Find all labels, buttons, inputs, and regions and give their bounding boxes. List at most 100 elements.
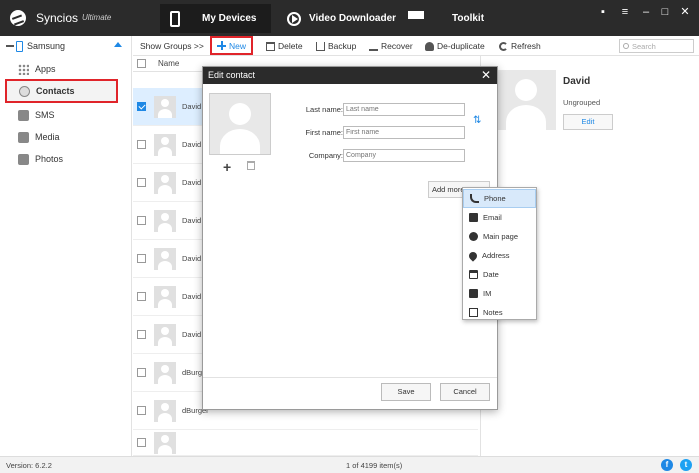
- title-bar: Syncios Ultimate My Devices Video Downlo…: [0, 0, 699, 36]
- eject-icon[interactable]: [114, 42, 122, 47]
- delete-photo-icon[interactable]: [247, 161, 255, 170]
- menu-icon[interactable]: ≡: [617, 5, 633, 19]
- row-checkbox[interactable]: [137, 102, 146, 111]
- search-input[interactable]: Search: [619, 39, 694, 53]
- deduplicate-icon: [425, 41, 434, 51]
- deduplicate-button[interactable]: De-duplicate: [425, 36, 485, 56]
- tab-video-downloader[interactable]: Video Downloader: [287, 4, 397, 33]
- sidebar-item-label: Contacts: [36, 86, 75, 96]
- facebook-icon[interactable]: f: [661, 459, 673, 471]
- detail-contact-name: David: [563, 76, 591, 87]
- new-label: New: [229, 40, 247, 51]
- avatar: [154, 431, 176, 454]
- contacts-icon: [19, 85, 30, 97]
- row-checkbox[interactable]: [137, 406, 146, 415]
- backup-button[interactable]: Backup: [316, 36, 356, 56]
- photos-icon: [18, 153, 29, 165]
- phone-icon: [170, 10, 180, 27]
- plus-icon: [217, 41, 226, 50]
- im-icon: [469, 289, 478, 298]
- search-placeholder: Search: [632, 41, 656, 51]
- chat-icon[interactable]: ▪: [595, 5, 611, 19]
- version-text: Version: 6.2.2: [6, 461, 52, 470]
- avatar: [154, 95, 176, 118]
- new-button[interactable]: New: [210, 36, 254, 55]
- dialog-title: Edit contact: [208, 70, 256, 80]
- recover-button[interactable]: Recover: [369, 36, 413, 56]
- menu-item-label: IM: [483, 289, 492, 298]
- show-groups-button[interactable]: Show Groups >>: [140, 36, 204, 56]
- avatar: [154, 171, 176, 194]
- row-checkbox[interactable]: [137, 216, 146, 225]
- dialog-footer-divider: [203, 377, 497, 378]
- tab-label: Toolkit: [452, 13, 485, 24]
- backup-icon: [316, 41, 325, 51]
- avatar: [154, 399, 176, 422]
- menu-item-email[interactable]: Email: [463, 208, 536, 227]
- menu-item-label: Phone: [484, 194, 506, 203]
- backup-label: Backup: [328, 41, 357, 51]
- edit-button[interactable]: Edit: [563, 114, 613, 130]
- dialog-title-bar: Edit contact ✕: [203, 67, 497, 84]
- menu-item-address[interactable]: Address: [463, 246, 536, 265]
- minimize-button[interactable]: –: [638, 5, 654, 19]
- sidebar-item-sms[interactable]: SMS: [18, 106, 55, 124]
- device-phone-icon: [16, 40, 23, 52]
- status-bar: Version: 6.2.2 1 of 4199 item(s) f t: [0, 456, 699, 473]
- company-field[interactable]: [343, 149, 465, 162]
- collapse-icon[interactable]: [6, 45, 14, 47]
- device-selector[interactable]: Samsung: [0, 36, 132, 56]
- first-name-label: First name:: [305, 128, 343, 137]
- row-checkbox[interactable]: [137, 178, 146, 187]
- menu-item-label: Address: [482, 251, 510, 260]
- media-icon: [18, 131, 29, 143]
- row-checkbox[interactable]: [137, 330, 146, 339]
- sidebar-item-label: SMS: [35, 110, 55, 120]
- add-photo-icon[interactable]: +: [223, 159, 231, 175]
- menu-item-notes[interactable]: Notes: [463, 303, 536, 322]
- row-checkbox[interactable]: [137, 292, 146, 301]
- twitter-icon[interactable]: t: [680, 459, 692, 471]
- tab-label: Video Downloader: [309, 13, 397, 24]
- row-checkbox[interactable]: [137, 140, 146, 149]
- close-icon[interactable]: ✕: [481, 68, 491, 82]
- close-button[interactable]: ✕: [677, 5, 693, 19]
- syncios-logo-icon: [10, 10, 26, 26]
- last-name-field[interactable]: [343, 103, 465, 116]
- avatar: [496, 70, 556, 130]
- refresh-button[interactable]: Refresh: [499, 36, 541, 56]
- row-checkbox[interactable]: [137, 438, 146, 447]
- menu-item-phone[interactable]: Phone: [463, 189, 536, 208]
- swap-names-icon[interactable]: ⇅: [473, 115, 481, 126]
- contact-photo[interactable]: [209, 93, 271, 155]
- first-name-field[interactable]: [343, 126, 465, 139]
- play-icon: [287, 11, 301, 26]
- sidebar-item-media[interactable]: Media: [18, 128, 60, 146]
- deduplicate-label: De-duplicate: [437, 41, 485, 51]
- menu-item-main-page[interactable]: Main page: [463, 227, 536, 246]
- sidebar-item-photos[interactable]: Photos: [18, 150, 63, 168]
- table-row[interactable]: [133, 430, 478, 456]
- row-checkbox[interactable]: [137, 254, 146, 263]
- row-checkbox[interactable]: [137, 368, 146, 377]
- menu-item-date[interactable]: Date: [463, 265, 536, 284]
- select-all-checkbox[interactable]: [137, 59, 146, 68]
- sidebar-item-apps[interactable]: Apps: [18, 60, 56, 78]
- menu-item-im[interactable]: IM: [463, 284, 536, 303]
- maximize-button[interactable]: □: [657, 5, 673, 19]
- menu-item-label: Notes: [483, 308, 503, 317]
- notes-icon: [469, 308, 478, 317]
- tab-toolkit[interactable]: Toolkit: [408, 4, 498, 33]
- menu-item-label: Main page: [483, 232, 519, 241]
- sidebar-item-label: Photos: [35, 154, 64, 164]
- recover-label: Recover: [381, 41, 413, 51]
- column-name-header[interactable]: Name: [158, 59, 179, 68]
- delete-button[interactable]: Delete: [266, 36, 303, 56]
- add-more-menu: Phone Email Main page Address Date IM No…: [462, 187, 537, 320]
- sidebar-item-contacts[interactable]: Contacts: [5, 79, 118, 103]
- cancel-button[interactable]: Cancel: [440, 383, 490, 401]
- tab-my-devices[interactable]: My Devices: [160, 4, 271, 33]
- app-edition: Ultimate: [82, 13, 112, 22]
- apps-icon: [18, 63, 29, 75]
- save-button[interactable]: Save: [381, 383, 431, 401]
